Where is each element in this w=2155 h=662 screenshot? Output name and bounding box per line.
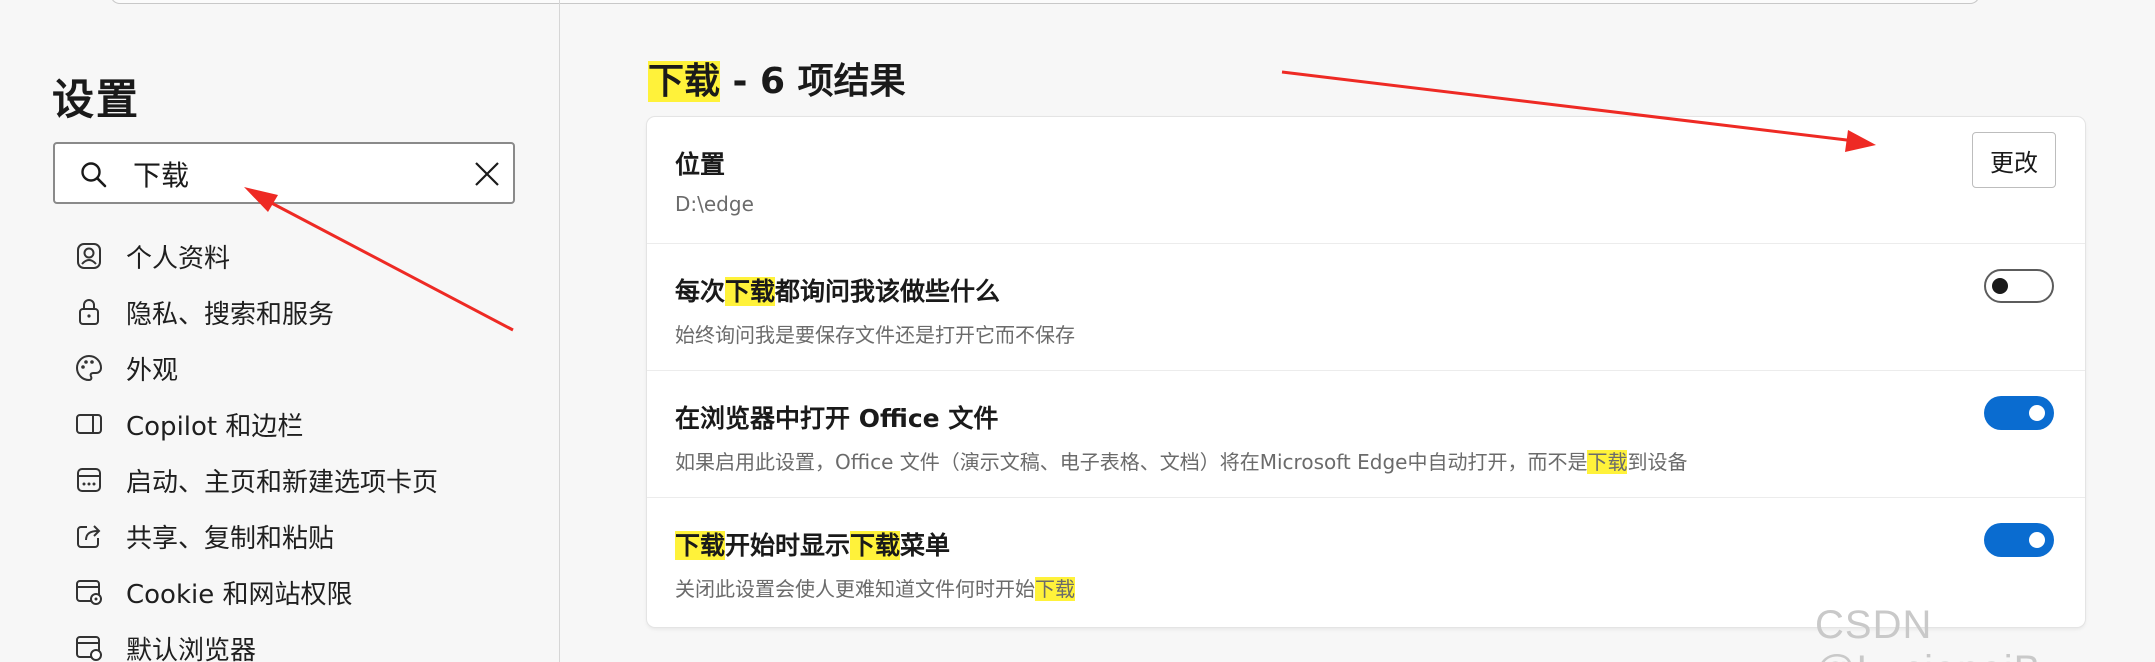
setting-title: 下载开始时显示下载菜单 bbox=[675, 526, 950, 562]
setting-title: 每次下载都询问我该做些什么 bbox=[675, 272, 1000, 308]
title-seg: 开始时显示 bbox=[725, 531, 851, 560]
desc-seg: 始终询问我是要保存文件还是打开它而不保存 bbox=[675, 323, 1075, 347]
show-downloads-menu-toggle[interactable] bbox=[1984, 523, 2054, 557]
cookie-site-icon bbox=[76, 580, 102, 605]
search-icon bbox=[81, 162, 107, 188]
title-seg: 每次 bbox=[675, 277, 726, 306]
settings-search-box[interactable] bbox=[53, 142, 515, 204]
setting-desc: 始终询问我是要保存文件还是打开它而不保存 bbox=[675, 319, 1075, 348]
sidebar-item-copilot[interactable]: Copilot 和边栏 bbox=[74, 396, 438, 452]
toggle-knob bbox=[2029, 532, 2045, 548]
sidebar-title: 设置 bbox=[52, 75, 141, 124]
setting-desc: D:\edge bbox=[675, 192, 754, 216]
startup-icon bbox=[77, 468, 101, 492]
title-seg: 都询问我该做些什么 bbox=[775, 277, 1001, 306]
desc-seg-highlight: 下载 bbox=[1587, 450, 1628, 474]
sidebar-item-default-browser[interactable]: 默认浏览器 bbox=[74, 620, 438, 662]
profile-icon bbox=[77, 243, 101, 269]
open-office-toggle[interactable] bbox=[1984, 396, 2054, 430]
title-count: - 6 项结果 bbox=[720, 61, 906, 102]
location-path: D:\edge bbox=[675, 192, 754, 216]
toggle-knob bbox=[1992, 278, 2008, 294]
sidebar-item-share[interactable]: 共享、复制和粘贴 bbox=[74, 508, 438, 564]
sidebar-item-label: 外观 bbox=[126, 355, 179, 386]
desc-seg: 如果启用此设置，Office 文件（演示文稿、电子表格、文档）将在Microso… bbox=[675, 450, 1588, 474]
sidebar-item-label: 共享、复制和粘贴 bbox=[126, 523, 335, 554]
sidebar-item-label: 隐私、搜索和服务 bbox=[126, 299, 335, 330]
desc-seg-highlight: 下载 bbox=[1035, 577, 1075, 601]
sidebar-item-appearance[interactable]: 外观 bbox=[74, 340, 438, 396]
sidebar-item-profile[interactable]: 个人资料 bbox=[74, 228, 438, 284]
setting-title: 在浏览器中打开 Office 文件 bbox=[675, 399, 998, 435]
sidebar-item-label: Cookie 和网站权限 bbox=[126, 579, 353, 610]
title-highlight: 下载 bbox=[648, 61, 721, 102]
setting-desc: 如果启用此设置，Office 文件（演示文稿、电子表格、文档）将在Microso… bbox=[675, 446, 1687, 475]
title-seg: 在浏览器中打开 Office 文件 bbox=[675, 404, 999, 433]
sidebar-item-label: 默认浏览器 bbox=[126, 635, 257, 662]
setting-row-ask-each-download: 每次下载都询问我该做些什么 始终询问我是要保存文件还是打开它而不保存 bbox=[647, 244, 2085, 371]
settings-sidebar: 设置 个人资料 隐私、搜索和服务 bbox=[0, 0, 560, 662]
setting-row-location: 位置 D:\edge 更改 bbox=[647, 117, 2085, 244]
sidebar-item-label: 启动、主页和新建选项卡页 bbox=[126, 467, 439, 498]
share-icon bbox=[77, 525, 101, 548]
watermark: CSDN @LucianaiB bbox=[1815, 603, 2040, 662]
title-seg-highlight: 下载 bbox=[675, 531, 726, 560]
sidebar-item-label: Copilot 和边栏 bbox=[126, 411, 304, 442]
title-seg: 菜单 bbox=[900, 531, 951, 560]
lock-icon bbox=[79, 299, 99, 325]
change-location-button[interactable]: 更改 bbox=[1972, 132, 2056, 188]
toggle-knob bbox=[2029, 405, 2045, 421]
setting-desc: 关闭此设置会使人更难知道文件何时开始下载 bbox=[675, 573, 1075, 602]
title-seg: 位置 bbox=[675, 150, 726, 179]
sidebar-item-cookies[interactable]: Cookie 和网站权限 bbox=[74, 564, 438, 620]
palette-icon bbox=[76, 354, 103, 382]
desc-seg: 关闭此设置会使人更难知道文件何时开始 bbox=[675, 577, 1035, 601]
sidebar-item-privacy[interactable]: 隐私、搜索和服务 bbox=[74, 284, 438, 340]
ask-each-download-toggle[interactable] bbox=[1984, 269, 2054, 303]
title-seg-highlight: 下载 bbox=[850, 531, 901, 560]
setting-row-open-office: 在浏览器中打开 Office 文件 如果启用此设置，Office 文件（演示文稿… bbox=[647, 371, 2085, 498]
sidebar-icon bbox=[76, 414, 102, 434]
settings-search-input[interactable] bbox=[133, 156, 453, 192]
download-settings-card: 位置 D:\edge 更改 每次下载都询问我该做些什么 始终询问我是要保存文件还… bbox=[647, 117, 2085, 627]
title-seg-highlight: 下载 bbox=[725, 277, 776, 306]
clear-search-icon[interactable] bbox=[473, 160, 501, 188]
desc-seg: 到设备 bbox=[1627, 450, 1688, 474]
settings-nav: 个人资料 隐私、搜索和服务 外观 Copilot 和边栏 启动、主页和新建选项卡… bbox=[74, 228, 438, 662]
sidebar-item-label: 个人资料 bbox=[126, 243, 231, 274]
default-browser-icon bbox=[76, 636, 102, 661]
sidebar-item-startup[interactable]: 启动、主页和新建选项卡页 bbox=[74, 452, 438, 508]
setting-title: 位置 bbox=[675, 145, 725, 181]
search-results-title: 下载 - 6 项结果 bbox=[648, 52, 906, 104]
